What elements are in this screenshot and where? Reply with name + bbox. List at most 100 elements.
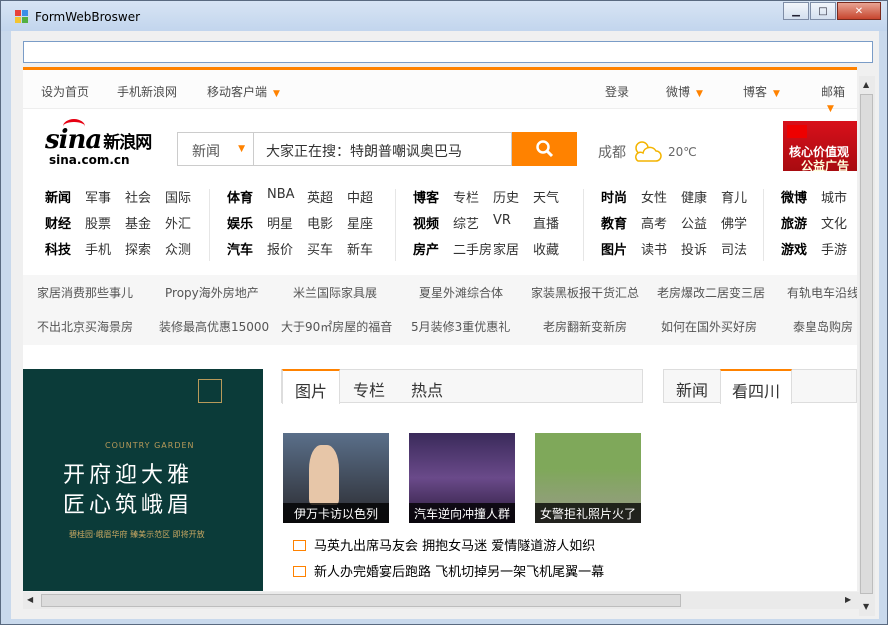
mobile-client-link[interactable]: 移动客户端 ▼ [207, 83, 280, 100]
maximize-button[interactable]: □ [810, 2, 836, 20]
nav-link[interactable]: 体育 [227, 187, 253, 206]
nav-link[interactable]: 佛学 [721, 213, 747, 232]
ad-link[interactable]: 5月装修3重优惠礼 [411, 318, 510, 335]
sina-logo[interactable]: sina 新浪网 sina.com.cn [45, 119, 152, 167]
news-link[interactable]: 新人办完婚宴后跑路 飞机切掉另一架飞机尾翼一幕 [293, 561, 604, 580]
nav-link[interactable]: 众测 [165, 239, 191, 258]
tab-news[interactable]: 新闻 [664, 370, 720, 403]
nav-link[interactable]: 二手房 [453, 239, 492, 258]
nav-link[interactable]: 中超 [347, 187, 373, 206]
scroll-left-icon[interactable]: ◀ [27, 595, 33, 604]
ad-link[interactable]: 老房翻新变新房 [543, 318, 627, 335]
nav-link[interactable]: 娱乐 [227, 213, 253, 232]
ad-link[interactable]: 不出北京买海景房 [37, 318, 133, 335]
nav-link[interactable]: 游戏 [781, 239, 807, 258]
blog-link[interactable]: 博客 ▼ [743, 83, 780, 100]
news-link[interactable]: 马英九出席马友会 拥抱女马迷 爱情隧道游人如织 [293, 535, 595, 554]
photo-thumb[interactable]: 汽车逆向冲撞人群 [409, 433, 515, 523]
tab-hot[interactable]: 热点 [398, 370, 456, 403]
nav-link[interactable]: 读书 [641, 239, 667, 258]
search-input[interactable]: 大家正在搜：特朗普嘲讽奥巴马 [253, 132, 512, 166]
nav-link[interactable]: 时尚 [601, 187, 627, 206]
scroll-right-icon[interactable]: ▶ [845, 595, 851, 604]
ad-link[interactable]: 如何在国外买好房 [661, 318, 757, 335]
nav-link[interactable]: 收藏 [533, 239, 559, 258]
gallery-ad[interactable]: COUNTRY GARDEN 开府迎大雅 匠心筑峨眉 碧桂园·峨眉华府 臻美示范… [23, 369, 263, 591]
nav-link[interactable]: 投诉 [681, 239, 707, 258]
nav-link[interactable]: 新闻 [45, 187, 71, 206]
tab-columns[interactable]: 专栏 [340, 370, 398, 403]
tab-sichuan[interactable]: 看四川 [720, 369, 792, 404]
nav-link[interactable]: 育儿 [721, 187, 747, 206]
nav-link[interactable]: 社会 [125, 187, 151, 206]
nav-link[interactable]: 女性 [641, 187, 667, 206]
nav-link[interactable]: 直播 [533, 213, 559, 232]
nav-link[interactable]: 明星 [267, 213, 293, 232]
ad-link[interactable]: 家居消费那些事儿 [37, 284, 133, 301]
nav-link[interactable]: 基金 [125, 213, 151, 232]
nav-link[interactable]: 旅游 [781, 213, 807, 232]
nav-link[interactable]: VR [493, 213, 511, 228]
set-homepage-link[interactable]: 设为首页 [41, 83, 89, 100]
nav-link[interactable]: 司法 [721, 239, 747, 258]
nav-link[interactable]: 报价 [267, 239, 293, 258]
web-browser-control[interactable]: 设为首页 手机新浪网 移动客户端 ▼ 登录 微博 ▼ 博客 ▼ 邮箱▼ sina 新浪网… [23, 67, 857, 591]
nav-link[interactable]: 外汇 [165, 213, 191, 232]
nav-link[interactable]: 汽车 [227, 239, 253, 258]
close-button[interactable]: ✕ [837, 2, 881, 20]
nav-link[interactable]: 买车 [307, 239, 333, 258]
nav-link[interactable]: 探索 [125, 239, 151, 258]
nav-link[interactable]: 股票 [85, 213, 111, 232]
ad-link[interactable]: 有轨电车沿线 [787, 284, 857, 301]
horizontal-scrollbar[interactable]: ◀ ▶ [23, 592, 859, 609]
nav-link[interactable]: NBA [267, 187, 295, 202]
nav-link[interactable]: 新车 [347, 239, 373, 258]
nav-link[interactable]: 财经 [45, 213, 71, 232]
ad-link[interactable]: 装修最高优惠15000 [159, 318, 269, 335]
nav-link[interactable]: 手机 [85, 239, 111, 258]
nav-link[interactable]: 健康 [681, 187, 707, 206]
nav-link[interactable]: 手游 [821, 239, 847, 258]
minimize-button[interactable]: ▁ [783, 2, 809, 20]
scroll-up-icon[interactable]: ▲ [863, 80, 869, 89]
nav-link[interactable]: 文化 [821, 213, 847, 232]
nav-link[interactable]: 教育 [601, 213, 627, 232]
weather-widget[interactable]: 成都 20℃ [598, 139, 697, 165]
ad-link[interactable]: 老房爆改二居变三居 [657, 284, 765, 301]
ad-link[interactable]: 家装黑板报干货汇总 [531, 284, 639, 301]
photo-thumb[interactable]: 女警拒礼照片火了 [535, 433, 641, 523]
ad-link[interactable]: 米兰国际家具展 [293, 284, 377, 301]
vertical-scroll-thumb[interactable] [860, 94, 873, 594]
nav-link[interactable]: 专栏 [453, 187, 479, 206]
nav-link[interactable]: 高考 [641, 213, 667, 232]
search-button[interactable] [512, 132, 577, 166]
nav-link[interactable]: 国际 [165, 187, 191, 206]
ad-link[interactable]: Propy海外房地产 [165, 284, 259, 301]
nav-link[interactable]: 城市 [821, 187, 847, 206]
login-link[interactable]: 登录 [605, 83, 629, 100]
weibo-link[interactable]: 微博 ▼ [666, 83, 703, 100]
ad-link[interactable]: 大于90㎡房屋的福音 [281, 318, 392, 335]
nav-link[interactable]: 综艺 [453, 213, 479, 232]
nav-link[interactable]: 军事 [85, 187, 111, 206]
ad-link[interactable]: 夏星外滩综合体 [419, 284, 503, 301]
photo-thumb[interactable]: 伊万卡访以色列 [283, 433, 389, 523]
mobile-sina-link[interactable]: 手机新浪网 [117, 83, 177, 100]
nav-link[interactable]: 历史 [493, 187, 519, 206]
address-textbox[interactable] [23, 41, 873, 63]
nav-link[interactable]: 微博 [781, 187, 807, 206]
nav-link[interactable]: 科技 [45, 239, 71, 258]
nav-link[interactable]: 天气 [533, 187, 559, 206]
ad-link[interactable]: 泰皇岛购房 [793, 318, 853, 335]
scroll-down-icon[interactable]: ▼ [863, 602, 869, 611]
nav-link[interactable]: 博客 [413, 187, 439, 206]
title-bar[interactable]: FormWebBroswer ▁ □ ✕ [1, 1, 887, 31]
nav-link[interactable]: 电影 [307, 213, 333, 232]
nav-link[interactable]: 视频 [413, 213, 439, 232]
nav-link[interactable]: 星座 [347, 213, 373, 232]
tab-pictures[interactable]: 图片 [282, 369, 340, 404]
search-category-select[interactable]: 新闻 ▼ [177, 132, 253, 166]
mail-link[interactable]: 邮箱 ▼ [821, 83, 857, 114]
vertical-scrollbar[interactable]: ▲ ▼ [859, 76, 875, 616]
nav-link[interactable]: 图片 [601, 239, 627, 258]
